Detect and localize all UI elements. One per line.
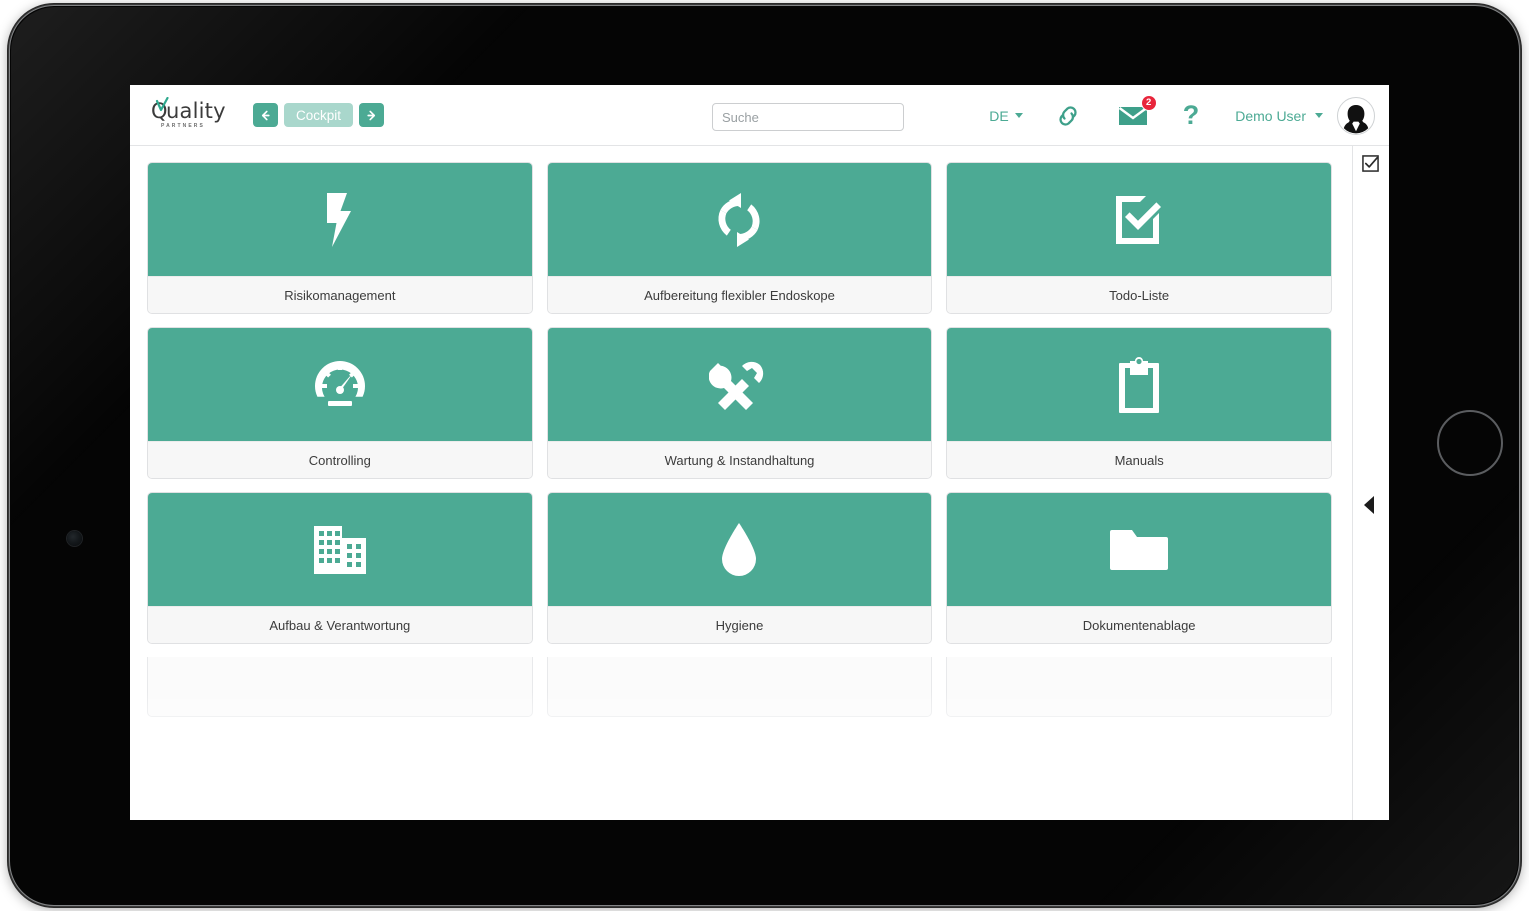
- app-screen: Q uality PARTNERS Cockpit Suche DE 2 ? D…: [130, 85, 1389, 820]
- nav-back-button[interactable]: [253, 103, 278, 127]
- tile-icon-area: [947, 328, 1331, 441]
- top-bar: Q uality PARTNERS Cockpit Suche DE 2 ? D…: [130, 85, 1389, 146]
- triangle-left-icon[interactable]: [1364, 496, 1374, 514]
- brand-logo-wordmark: Q uality: [151, 97, 226, 123]
- home-button[interactable]: [1437, 410, 1503, 476]
- cockpit-content: Risikomanagement Aufbereitung flexibler …: [130, 146, 1352, 820]
- clipboard-icon: [1119, 356, 1160, 413]
- tile-icon-area: [547, 493, 932, 606]
- tile-aufbau-verantwortung[interactable]: Aufbau & Verantwortung: [147, 492, 533, 644]
- messages-button[interactable]: 2: [1117, 94, 1157, 128]
- tile-icon-area: [148, 493, 532, 606]
- check-mark-icon: [155, 97, 169, 112]
- search-input[interactable]: [712, 103, 904, 131]
- arrow-left-icon: [261, 110, 270, 120]
- tile-label: Hygiene: [547, 606, 932, 643]
- tile-label: Controlling: [148, 441, 532, 478]
- water-drop-icon: [722, 522, 757, 576]
- breadcrumb-item-cockpit[interactable]: Cockpit: [284, 103, 354, 127]
- language-label: DE: [989, 107, 1009, 124]
- link-chain-icon: [1059, 105, 1077, 126]
- tile-grid-next-row-preview: [147, 657, 1332, 717]
- tile-icon-area: [148, 163, 532, 276]
- content-wrapper: Risikomanagement Aufbereitung flexibler …: [130, 146, 1389, 820]
- tile-label: Aufbereitung flexibler Endoskope: [547, 276, 932, 313]
- tile-todo-liste[interactable]: Todo-Liste: [946, 162, 1332, 314]
- tile-aufbereitung-flexibler-endoskope[interactable]: Aufbereitung flexibler Endoskope: [546, 162, 933, 314]
- nav-forward-button[interactable]: [359, 103, 385, 127]
- avatar[interactable]: [1337, 96, 1375, 135]
- tile-label: Dokumentenablage: [947, 606, 1331, 643]
- user-avatar-icon: [1338, 98, 1374, 133]
- tachometer-gauge-icon: [314, 360, 365, 406]
- check-square-icon: [1116, 195, 1162, 244]
- tile-manuals[interactable]: Manuals: [946, 327, 1332, 479]
- tile-icon-area: [547, 328, 932, 441]
- tile-hygiene[interactable]: Hygiene: [546, 492, 933, 644]
- tile-risikomanagement[interactable]: Risikomanagement: [147, 162, 533, 314]
- tools-wrench-hammer-icon: [709, 361, 764, 410]
- right-rail: [1352, 146, 1389, 820]
- tile-icon-area: [547, 163, 932, 276]
- messages-badge: 2: [1140, 94, 1157, 111]
- tile-label: Risikomanagement: [148, 276, 532, 313]
- tile-label: Todo-Liste: [947, 276, 1331, 313]
- refresh-cycle-icon: [718, 192, 761, 247]
- user-menu-chevron-down-icon[interactable]: [1315, 113, 1323, 118]
- brand-logo-rest: uality: [166, 99, 226, 123]
- tile-label: Wartung & Instandhaltung: [547, 441, 932, 478]
- tile-label: Manuals: [947, 441, 1331, 478]
- check-square-icon[interactable]: [1362, 155, 1379, 172]
- help-button[interactable]: ?: [1183, 102, 1200, 129]
- tile-placeholder: [546, 657, 933, 717]
- building-icon: [313, 525, 366, 574]
- tile-icon-area: [947, 163, 1331, 276]
- front-camera-icon: [67, 531, 82, 546]
- link-chain-button[interactable]: [1053, 104, 1083, 128]
- tile-wartung-instandhaltung[interactable]: Wartung & Instandhaltung: [546, 327, 933, 479]
- brand-logo-q-letter: Q: [151, 97, 169, 123]
- chevron-down-icon: [1014, 113, 1023, 118]
- user-name-label[interactable]: Demo User: [1235, 108, 1306, 124]
- language-selector[interactable]: DE: [989, 107, 1023, 124]
- lightning-bolt-icon: [326, 192, 351, 247]
- arrow-right-icon: [367, 110, 376, 120]
- tile-dokumentenablage[interactable]: Dokumentenablage: [946, 492, 1332, 644]
- tile-grid: Risikomanagement Aufbereitung flexibler …: [147, 162, 1332, 644]
- tile-placeholder: [946, 657, 1332, 717]
- brand-logo-subtitle: PARTNERS: [161, 123, 205, 129]
- top-bar-tools: DE 2 ? Demo User: [989, 85, 1375, 146]
- tile-controlling[interactable]: Controlling: [147, 327, 533, 479]
- folder-icon: [1110, 529, 1169, 570]
- tile-icon-area: [947, 493, 1331, 606]
- breadcrumb-nav: Cockpit: [253, 103, 385, 127]
- tile-placeholder: [147, 657, 533, 717]
- tile-label: Aufbau & Verantwortung: [148, 606, 532, 643]
- tile-icon-area: [148, 328, 532, 441]
- brand-logo[interactable]: Q uality PARTNERS: [151, 97, 229, 129]
